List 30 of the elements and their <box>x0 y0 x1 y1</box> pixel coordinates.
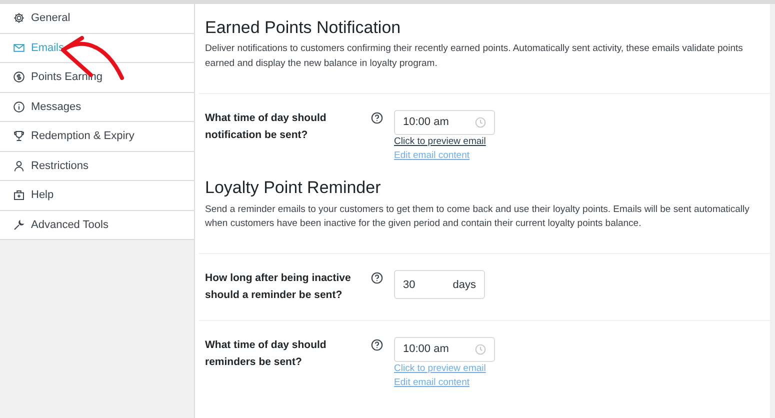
section-description: Send a reminder emails to your customers to get them to come back and use their loyalty points. Emails will be sent automatically when customers have been inactive for the given period and contain their current loyalty points balance. <box>205 202 750 232</box>
help-icon[interactable] <box>371 272 383 284</box>
sidebar-item[interactable]: Messages <box>0 92 194 122</box>
days-field[interactable]: 30 days <box>394 270 485 300</box>
clock-icon <box>475 116 486 128</box>
envelope-icon <box>13 42 25 54</box>
sidebar-item[interactable]: Advanced Tools <box>0 210 194 240</box>
gear-icon <box>13 12 25 24</box>
time-field[interactable]: 10:00 am <box>394 336 495 362</box>
trophy-icon <box>13 130 25 142</box>
clock-icon <box>475 344 486 355</box>
setting-label: What time of day should reminders be sent? <box>205 338 328 370</box>
help-icon[interactable] <box>371 112 383 124</box>
help-icon[interactable] <box>371 338 383 351</box>
first-aid-icon <box>13 189 25 202</box>
dollar-icon <box>13 71 25 84</box>
section-heading: Earned Points Notification <box>205 18 402 38</box>
setting-label: How long after being inactive should a reminder be sent? <box>205 271 352 304</box>
email-link[interactable]: Click to preview email <box>394 134 495 149</box>
section-heading: Loyalty Point Reminder <box>205 178 382 199</box>
sidebar-item[interactable]: Redemption & Expiry <box>0 122 194 152</box>
sidebar-item[interactable]: Restrictions <box>0 152 194 181</box>
info-icon <box>13 100 25 113</box>
time-field[interactable]: 10:00 am <box>394 110 495 135</box>
section-description: Deliver notifications to customers confirming their recently earned points. Automatically sent activity, these emails validate points earned and display the new balance in loyalty program. <box>205 42 744 71</box>
sidebar-item[interactable]: Help <box>0 181 194 210</box>
wrench-icon <box>13 218 25 231</box>
sidebar-item[interactable]: General <box>0 4 194 34</box>
setting-label: What time of day should notification be sent? <box>205 110 328 143</box>
user-icon <box>13 160 25 172</box>
